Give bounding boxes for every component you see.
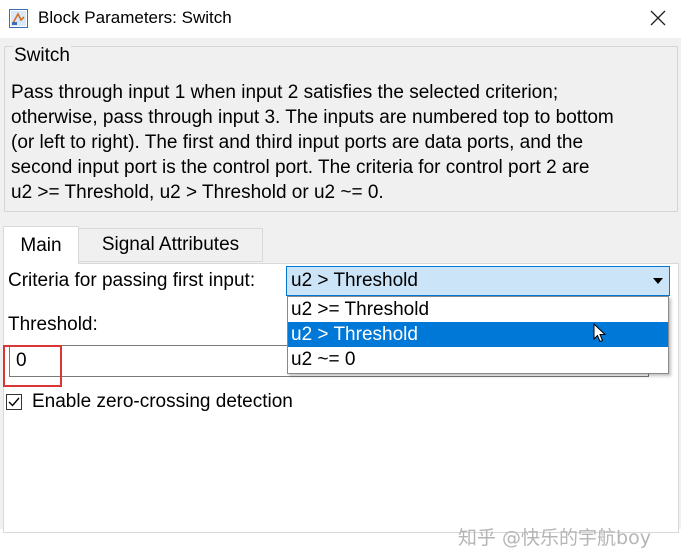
criteria-label: Criteria for passing first input: xyxy=(8,270,256,291)
dropdown-option-selected[interactable]: u2 > Threshold xyxy=(288,322,668,347)
dropdown-option[interactable]: u2 ~= 0 xyxy=(288,347,668,372)
block-description: Pass through input 1 when input 2 satisf… xyxy=(11,82,614,203)
criteria-selected-value: u2 > Threshold xyxy=(291,270,418,291)
watermark: 知乎 @快乐的宇航boy xyxy=(458,527,651,549)
tab-main[interactable]: Main xyxy=(3,226,79,264)
title-bar: Block Parameters: Switch xyxy=(0,0,681,38)
dialog-content: Switch Pass through input 1 when input 2… xyxy=(0,38,681,549)
zero-crossing-checkbox[interactable] xyxy=(6,394,22,410)
threshold-label: Threshold: xyxy=(8,314,98,335)
close-button[interactable] xyxy=(640,0,676,36)
window-title: Block Parameters: Switch xyxy=(38,8,232,27)
simulink-block-icon xyxy=(9,9,28,28)
mouse-cursor-icon xyxy=(593,323,607,343)
dropdown-option[interactable]: u2 >= Threshold xyxy=(288,297,668,322)
chevron-down-icon xyxy=(653,278,663,284)
zero-crossing-label[interactable]: Enable zero-crossing detection xyxy=(32,391,293,413)
checkmark-icon xyxy=(8,397,20,407)
criteria-dropdown-list: u2 >= Threshold u2 > Threshold u2 ~= 0 xyxy=(287,296,669,374)
criteria-select[interactable]: u2 > Threshold xyxy=(286,266,670,296)
tab-signal-attributes[interactable]: Signal Attributes xyxy=(79,228,263,262)
close-icon xyxy=(650,10,666,26)
group-title: Switch xyxy=(13,45,71,67)
zero-crossing-row: Enable zero-crossing detection xyxy=(6,391,293,413)
